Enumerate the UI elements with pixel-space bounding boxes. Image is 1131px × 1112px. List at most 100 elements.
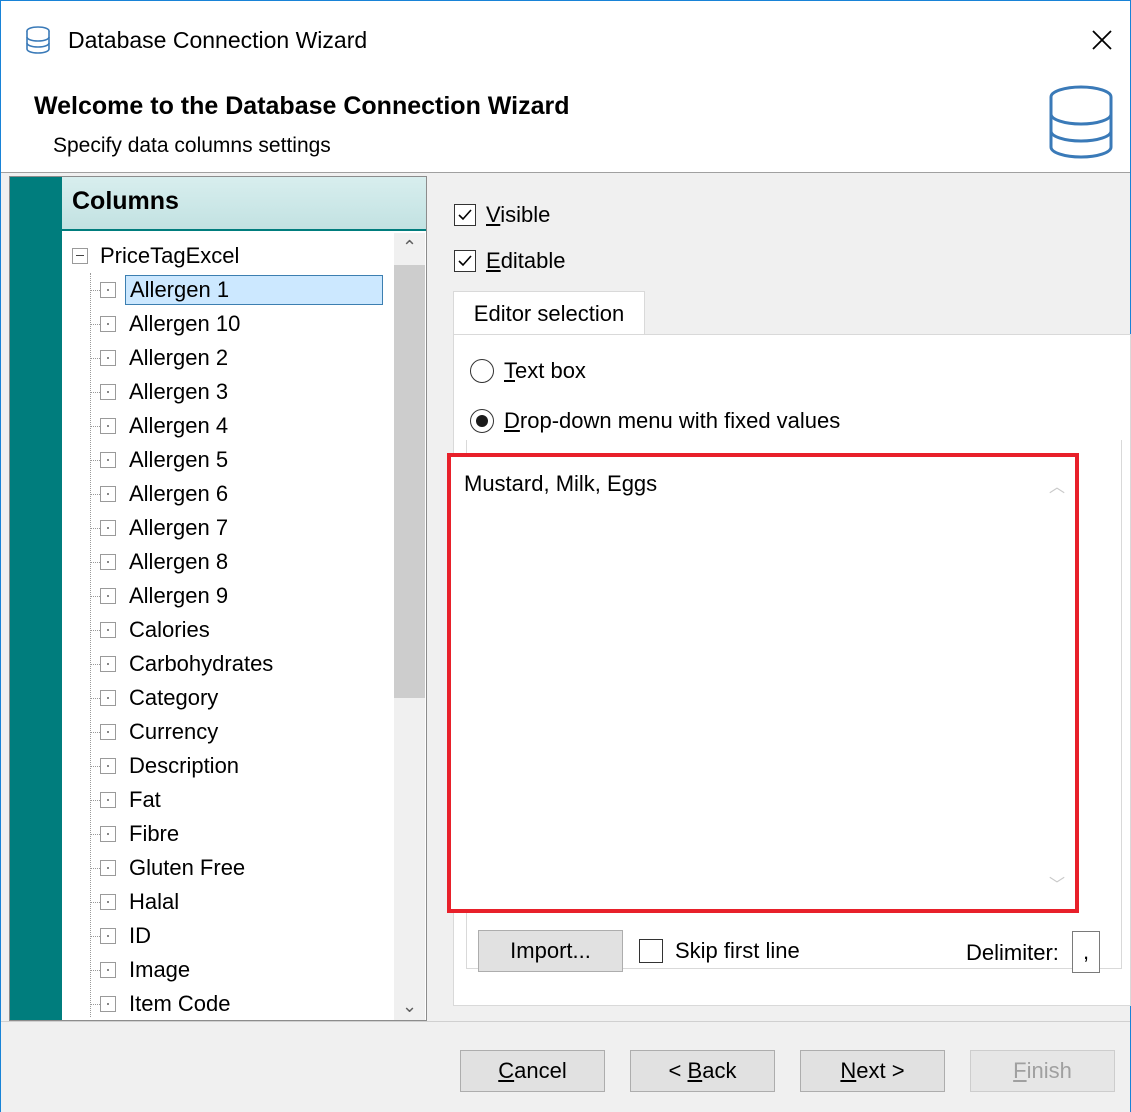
tree-connector (90, 459, 100, 461)
tree-connector (90, 867, 100, 869)
tree-item[interactable]: Currency (90, 715, 222, 749)
tree-item[interactable]: Allergen 9 (90, 579, 232, 613)
tree-connector (90, 561, 100, 563)
tab-editor-selection[interactable]: Editor selection (453, 291, 645, 336)
tree-connector (90, 833, 100, 835)
tree-item[interactable]: Allergen 10 (90, 307, 244, 341)
tree-root-label: PriceTagExcel (100, 243, 240, 268)
tree-item-label: Allergen 5 (129, 447, 229, 472)
tree-item-label: Category (129, 685, 219, 710)
tree-item[interactable]: Carbohydrates (90, 647, 277, 681)
tree-item-label: Description (129, 753, 240, 778)
leaf-node-icon (100, 282, 116, 298)
tree-item[interactable]: Allergen 7 (90, 511, 232, 545)
leaf-node-icon (100, 656, 116, 672)
tree-connector (90, 697, 100, 699)
tree-item[interactable]: Allergen 5 (90, 443, 232, 477)
leaf-node-icon (100, 690, 116, 706)
leaf-node-icon (100, 962, 116, 978)
leaf-node-icon (100, 894, 116, 910)
tree-item-label: Calories (129, 617, 210, 642)
tree-item[interactable]: Fat (90, 783, 165, 817)
editable-checkbox[interactable]: Editable (454, 246, 566, 276)
chevron-up-icon[interactable]: ︿ (1049, 473, 1065, 497)
editable-label: Editable (486, 248, 566, 273)
tree-item-label: Allergen 6 (129, 481, 229, 506)
tree-item-label: Gluten Free (129, 855, 246, 880)
tree-item[interactable]: Gluten Free (90, 851, 249, 885)
header-subtitle: Specify data columns settings (53, 134, 331, 157)
tree-item[interactable]: Item Code (90, 987, 235, 1020)
columns-tree[interactable]: PriceTagExcel Allergen 1 Allergen 10 Aller… (62, 233, 394, 1020)
tree-connector (90, 799, 100, 801)
tree-connector (90, 629, 100, 631)
tree-item[interactable]: ID (90, 919, 155, 953)
leaf-node-icon (100, 452, 116, 468)
fixed-values-text: Mustard, Milk, Eggs (464, 471, 658, 496)
text-box-radio[interactable]: Text box (470, 355, 586, 387)
tree-connector (90, 391, 100, 393)
collapse-icon[interactable] (72, 248, 88, 264)
fixed-values-textarea[interactable]: Mustard, Milk, Eggs ︿ ﹀ (447, 453, 1079, 913)
chevron-down-icon[interactable]: ﹀ (1049, 871, 1065, 895)
skip-first-line-checkbox[interactable]: Skip first line (639, 936, 800, 966)
visible-checkbox[interactable]: Visible (454, 200, 550, 230)
tree-connector (90, 595, 100, 597)
leaf-node-icon (100, 996, 116, 1012)
tree-item[interactable]: Allergen 4 (90, 409, 232, 443)
tree-connector (90, 527, 100, 529)
tree-root[interactable]: PriceTagExcel (72, 239, 239, 273)
accent-strip (10, 177, 62, 1020)
leaf-node-icon (100, 588, 116, 604)
tree-item[interactable]: Allergen 1 (90, 273, 383, 307)
tree-item-label: Allergen 10 (129, 311, 241, 336)
leaf-node-icon (100, 384, 116, 400)
leaf-node-icon (100, 826, 116, 842)
close-icon (1092, 30, 1112, 50)
next-button[interactable]: Next > (800, 1050, 945, 1092)
import-button[interactable]: Import... (478, 930, 623, 972)
dropdown-radio-button[interactable] (470, 409, 494, 433)
scroll-down-icon[interactable]: ⌄ (394, 992, 425, 1020)
scroll-thumb[interactable] (394, 265, 425, 698)
text-box-label: Text box (504, 358, 586, 383)
tree-item[interactable]: Halal (90, 885, 183, 919)
wizard-window: Database Connection Wizard Welcome to th… (0, 0, 1131, 1112)
tree-connector (90, 357, 100, 359)
title-bar: Database Connection Wizard (1, 1, 1130, 77)
text-box-radio-button[interactable] (470, 359, 494, 383)
leaf-node-icon (100, 860, 116, 876)
tree-item[interactable]: Fibre (90, 817, 183, 851)
scroll-up-icon[interactable]: ⌃ (394, 233, 425, 261)
tree-item[interactable]: Allergen 6 (90, 477, 232, 511)
tree-item[interactable]: Allergen 2 (90, 341, 232, 375)
tree-item[interactable]: Allergen 8 (90, 545, 232, 579)
tree-connector (90, 901, 100, 903)
leaf-node-icon (100, 724, 116, 740)
tree-connector (90, 765, 100, 767)
visible-check[interactable] (454, 204, 476, 226)
tree-item-label: Image (129, 957, 191, 982)
tree-item[interactable]: Category (90, 681, 222, 715)
finish-button[interactable]: Finish (970, 1050, 1115, 1092)
leaf-node-icon (100, 758, 116, 774)
tree-connector (90, 323, 100, 325)
tree-item[interactable]: Allergen 3 (90, 375, 232, 409)
tree-item-label: Allergen 9 (129, 583, 229, 608)
leaf-node-icon (100, 486, 116, 502)
tree-item[interactable]: Calories (90, 613, 214, 647)
cancel-button[interactable]: Cancel (460, 1050, 605, 1092)
tree-item[interactable]: Description (90, 749, 243, 783)
columns-panel: Columns PriceTagExcel Allergen 1 Allergen… (9, 176, 427, 1021)
tree-scrollbar[interactable]: ⌃ ⌄ (394, 233, 425, 1020)
skip-first-line-check[interactable] (639, 939, 663, 963)
tree-connector (90, 289, 100, 291)
close-button[interactable] (1074, 15, 1130, 65)
leaf-node-icon (100, 554, 116, 570)
dropdown-radio[interactable]: Drop-down menu with fixed values (470, 405, 840, 437)
tree-item[interactable]: Image (90, 953, 194, 987)
database-icon (1049, 85, 1113, 159)
delimiter-input[interactable]: , (1072, 931, 1100, 973)
back-button[interactable]: < Back (630, 1050, 775, 1092)
editable-check[interactable] (454, 250, 476, 272)
